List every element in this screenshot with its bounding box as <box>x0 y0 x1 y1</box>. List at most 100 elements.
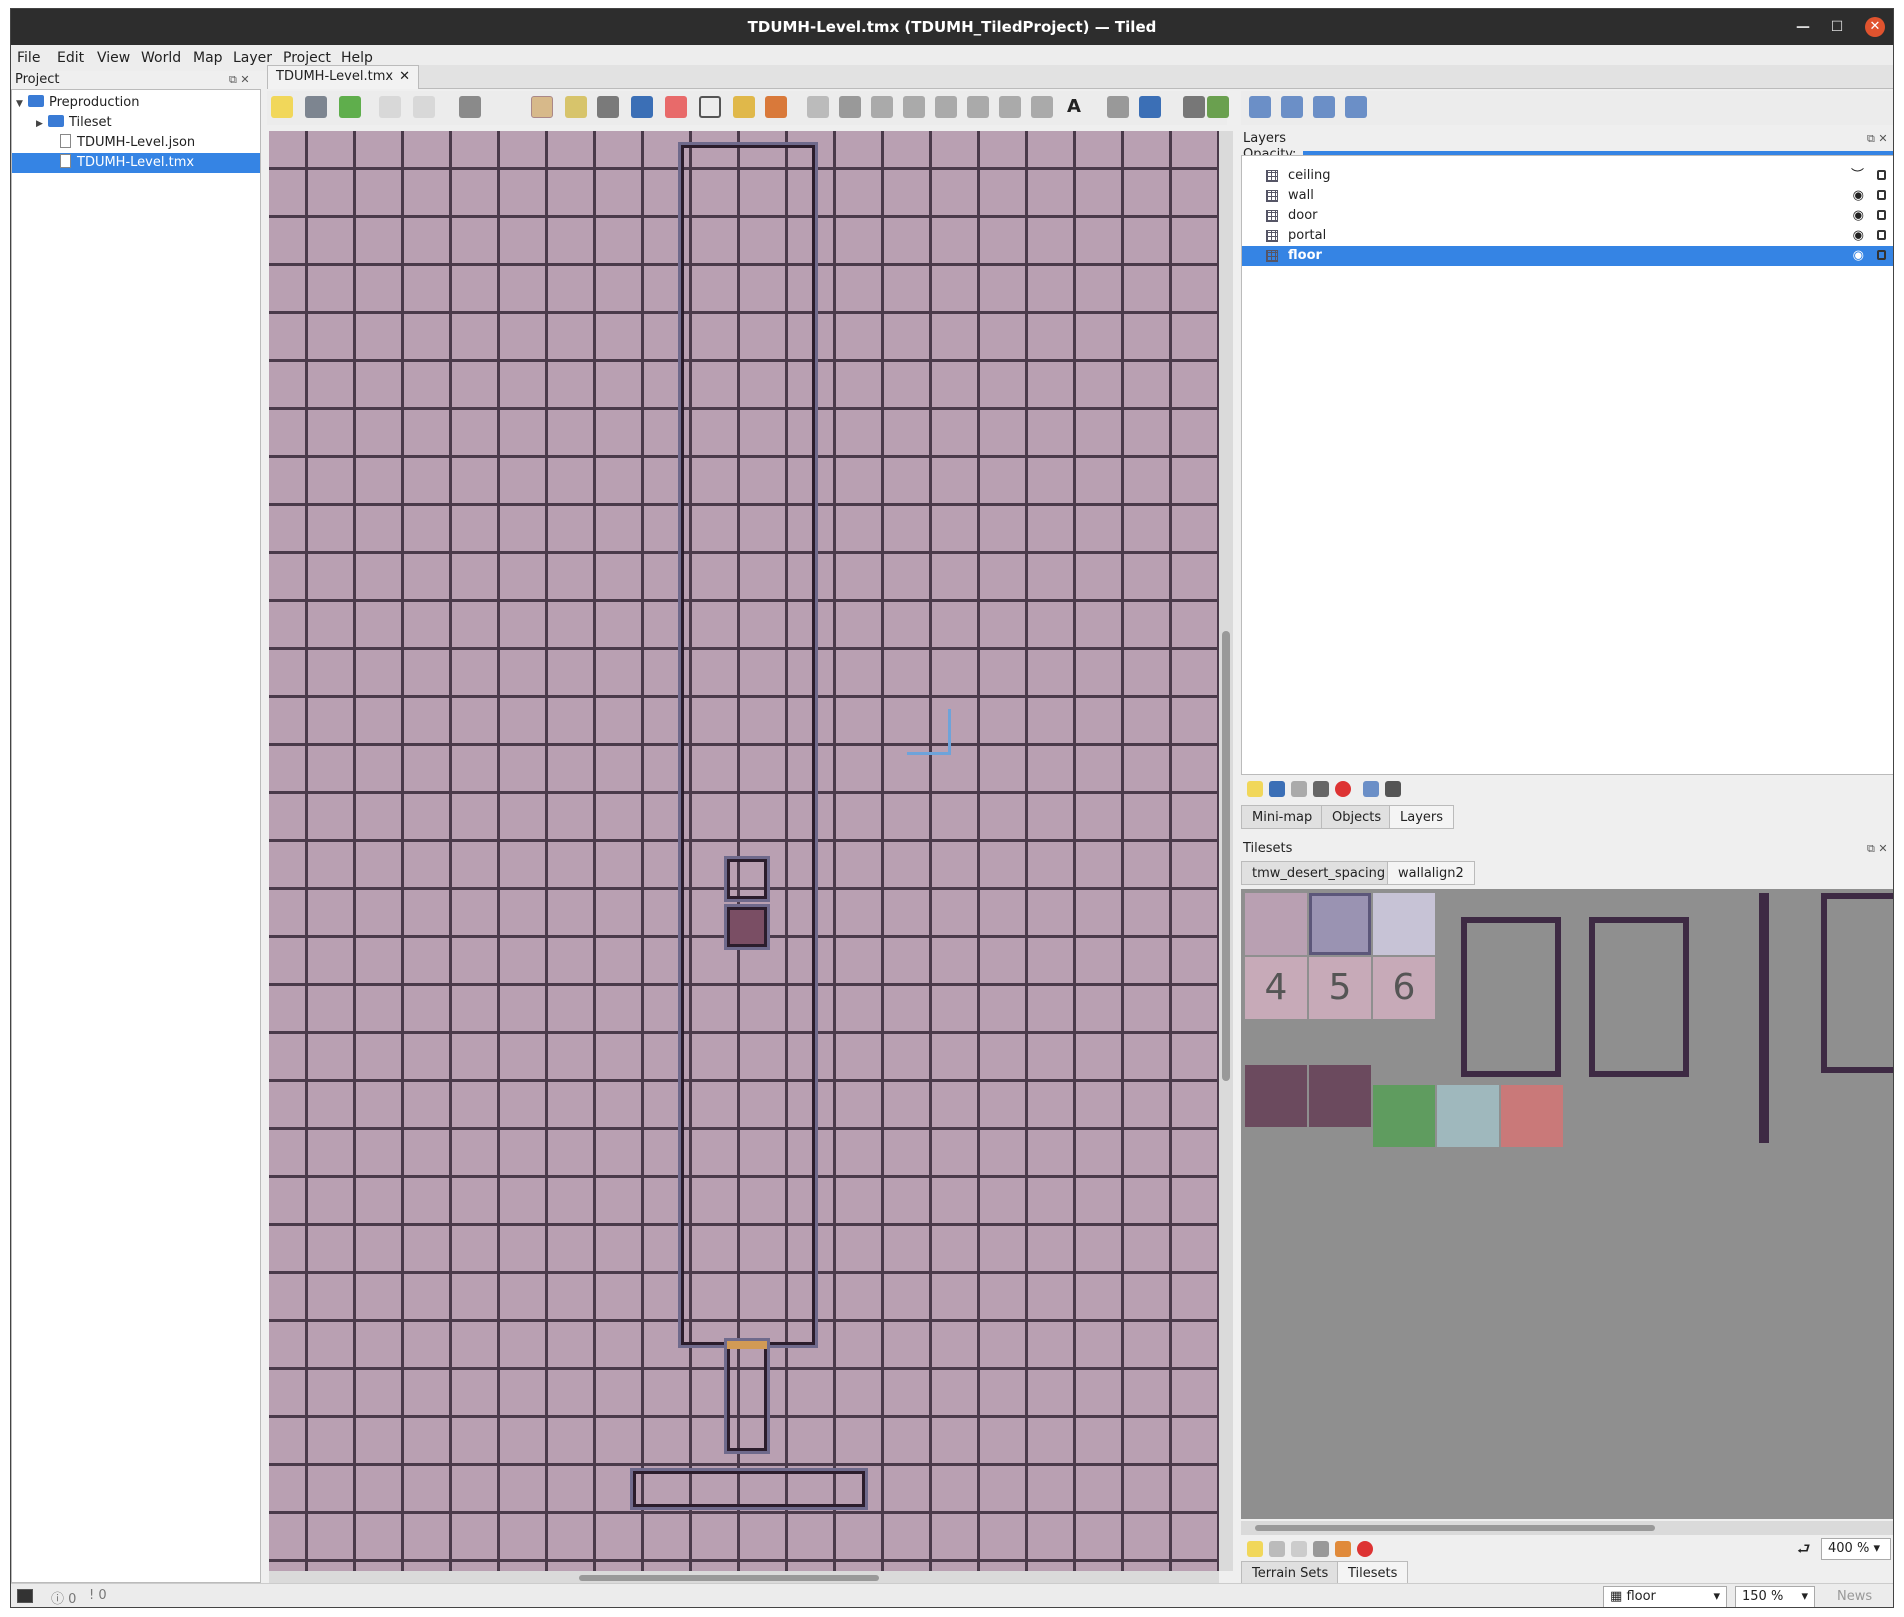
lower-layer-icon[interactable] <box>1291 781 1307 797</box>
rotate-left-icon[interactable] <box>1313 96 1335 118</box>
bucket-fill-icon[interactable] <box>597 96 619 118</box>
eye-icon[interactable]: ◉ <box>1853 226 1864 246</box>
redo-icon[interactable] <box>413 96 435 118</box>
tilesets-dock-icons[interactable]: ⧉ ✕ <box>1867 842 1888 856</box>
blue-tile[interactable] <box>1437 1085 1499 1147</box>
unlock-icon[interactable] <box>1877 170 1886 180</box>
eye-icon[interactable]: ◉ <box>1853 186 1864 206</box>
hidden-eye-icon[interactable]: ︶ <box>1851 166 1864 186</box>
eye-icon[interactable]: ◉ <box>1853 206 1864 226</box>
close-icon[interactable]: ✕ <box>1865 17 1885 37</box>
green-tile[interactable] <box>1373 1085 1435 1147</box>
tree-item-level-json[interactable]: TDUMH-Level.json <box>12 133 260 153</box>
menu-layer[interactable]: Layer <box>233 50 272 66</box>
number-tile[interactable]: 6 <box>1373 957 1435 1019</box>
layer-row[interactable]: door ◉ <box>1242 206 1893 226</box>
insert-template-icon[interactable] <box>1031 96 1053 118</box>
menu-world[interactable]: World <box>141 50 181 66</box>
unlock-icon[interactable] <box>1877 210 1886 220</box>
new-layer-icon[interactable] <box>1247 781 1263 797</box>
flip-vertical-icon[interactable] <box>1281 96 1303 118</box>
insert-text-icon[interactable]: A <box>1063 96 1085 118</box>
insert-polygon-icon[interactable] <box>967 96 989 118</box>
embed-tileset-icon[interactable] <box>1269 1541 1285 1557</box>
wall-tiles[interactable] <box>1759 893 1769 1143</box>
unlock-icon[interactable] <box>1877 230 1886 240</box>
number-tile[interactable]: 4 <box>1245 957 1307 1019</box>
tab-tilesets[interactable]: Tilesets <box>1337 1561 1409 1585</box>
layer-row[interactable]: ceiling ︶ <box>1242 166 1893 186</box>
tileset-view[interactable]: 4 5 6 <box>1241 889 1893 1519</box>
duplicate-layer-icon[interactable] <box>1313 781 1329 797</box>
selected-tile[interactable] <box>1309 893 1371 955</box>
tab-terrain-sets[interactable]: Terrain Sets <box>1241 1561 1340 1585</box>
tab-close-icon[interactable]: ✕ <box>399 66 410 88</box>
tab-wallalign2[interactable]: wallalign2 <box>1387 861 1475 885</box>
menu-file[interactable]: File <box>17 50 40 66</box>
grid-tile[interactable] <box>1373 893 1435 955</box>
map-canvas[interactable] <box>269 131 1219 1571</box>
commands-icon[interactable] <box>459 96 481 118</box>
select-objects-icon[interactable] <box>807 96 829 118</box>
insert-ellipse-icon[interactable] <box>935 96 957 118</box>
new-map-icon[interactable] <box>271 96 293 118</box>
menu-project[interactable]: Project <box>283 50 331 66</box>
collapse-arrow-icon[interactable]: ▶ <box>36 114 48 134</box>
error-count[interactable]: ⓘ 0 <box>51 1588 76 1607</box>
tree-item-tileset[interactable]: ▶ Tileset <box>12 113 260 133</box>
map-vertical-scrollbar[interactable] <box>1219 131 1233 1571</box>
tileset-zoom-combo[interactable]: 400 % ▾ <box>1821 1538 1891 1560</box>
insert-rectangle-icon[interactable] <box>871 96 893 118</box>
menu-map[interactable]: Map <box>193 50 223 66</box>
tree-item-level-tmx[interactable]: TDUMH-Level.tmx <box>12 153 260 173</box>
world-tool-icon[interactable] <box>1107 96 1129 118</box>
tileset-horizontal-scrollbar[interactable] <box>1241 1521 1893 1535</box>
new-tileset-icon[interactable] <box>1247 1541 1263 1557</box>
save-icon[interactable] <box>339 96 361 118</box>
menu-view[interactable]: View <box>97 50 130 66</box>
magic-wand-icon[interactable] <box>733 96 755 118</box>
minimize-icon[interactable]: — <box>1793 17 1813 37</box>
door-tile[interactable] <box>1309 1065 1371 1127</box>
tab-layers[interactable]: Layers <box>1389 805 1455 829</box>
unlock-icon[interactable] <box>1877 190 1886 200</box>
current-layer-combo[interactable]: ▦ floor ▾ <box>1603 1586 1727 1607</box>
number-tile[interactable]: 5 <box>1309 957 1371 1019</box>
eraser-icon[interactable] <box>665 96 687 118</box>
news-button[interactable]: News <box>1837 1589 1872 1604</box>
menu-help[interactable]: Help <box>341 50 373 66</box>
move-icon[interactable] <box>1139 96 1161 118</box>
remove-layer-icon[interactable] <box>1335 781 1351 797</box>
scroll-thumb[interactable] <box>1222 631 1230 1081</box>
layers-dock-icons[interactable]: ⧉ ✕ <box>1867 132 1888 146</box>
shape-fill-icon[interactable] <box>631 96 653 118</box>
replace-tileset-icon[interactable] <box>1335 1541 1351 1557</box>
random-mode-icon[interactable] <box>1183 96 1205 118</box>
tab-objects[interactable]: Objects <box>1321 805 1393 829</box>
layer-row[interactable]: floor ◉ <box>1242 246 1893 266</box>
export-tileset-icon[interactable] <box>1291 1541 1307 1557</box>
show-other-layers-icon[interactable] <box>1363 781 1379 797</box>
rotate-right-icon[interactable] <box>1345 96 1367 118</box>
flip-horizontal-icon[interactable] <box>1249 96 1271 118</box>
terrain-brush-icon[interactable] <box>565 96 587 118</box>
floor-tile[interactable] <box>1245 893 1307 955</box>
red-tile[interactable] <box>1501 1085 1563 1147</box>
layer-row[interactable]: wall ◉ <box>1242 186 1893 206</box>
door-tile[interactable] <box>1245 1065 1307 1127</box>
edit-polygons-icon[interactable] <box>839 96 861 118</box>
tab-mini-map[interactable]: Mini-map <box>1241 805 1324 829</box>
tab-tmw-desert-spacing[interactable]: tmw_desert_spacing <box>1241 861 1397 885</box>
warning-count[interactable]: ! 0 <box>89 1588 107 1603</box>
dynamic-wrap-icon[interactable]: ⮐ <box>1797 1539 1811 1564</box>
project-dock-icons[interactable]: ⧉ ✕ <box>229 73 250 87</box>
remove-tileset-icon[interactable] <box>1357 1541 1373 1557</box>
stamp-brush-icon[interactable] <box>531 96 553 118</box>
layer-row[interactable]: portal ◉ <box>1242 226 1893 246</box>
select-same-tile-icon[interactable] <box>765 96 787 118</box>
unlock-icon[interactable] <box>1877 250 1886 260</box>
raise-layer-icon[interactable] <box>1269 781 1285 797</box>
undo-icon[interactable] <box>379 96 401 118</box>
expand-arrow-icon[interactable]: ▼ <box>16 94 28 114</box>
console-icon[interactable] <box>17 1589 33 1603</box>
